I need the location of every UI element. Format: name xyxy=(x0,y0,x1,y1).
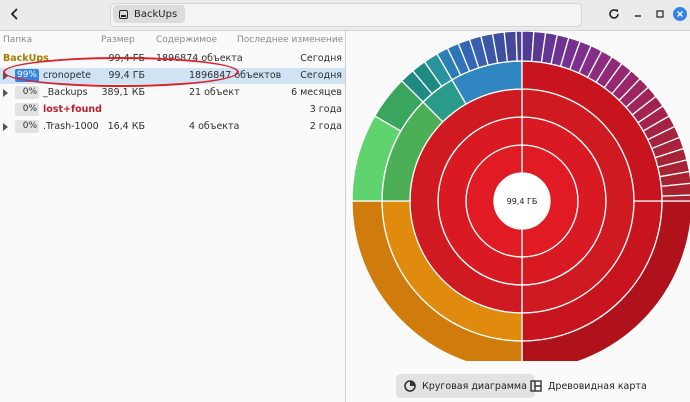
column-modified[interactable]: Последнее изменение xyxy=(237,35,343,45)
ring-chart-label: Круговая диаграмма xyxy=(422,380,527,392)
file-contents: 4 объекта xyxy=(189,121,240,132)
drive-icon xyxy=(119,9,128,19)
breadcrumb-backups[interactable]: BackUps xyxy=(113,5,186,23)
file-name: lost+found xyxy=(43,104,102,115)
root-modified: Сегодня xyxy=(300,53,342,64)
ring-segment[interactable] xyxy=(515,31,523,62)
file-contents: 21 объект xyxy=(189,87,240,98)
refresh-icon xyxy=(609,9,619,19)
file-modified: 3 года xyxy=(309,104,342,115)
chart-pane: 99,4 ГБ Круговая диаграмма Древовидная к… xyxy=(346,31,690,402)
usage-bar: 0% xyxy=(15,103,39,116)
ring-chart[interactable]: 99,4 ГБ xyxy=(346,31,690,361)
header-bar: BackUps xyxy=(0,0,690,31)
location-bar[interactable]: BackUps xyxy=(110,3,582,27)
file-row[interactable]: 0% lost+found 3 года xyxy=(0,102,345,118)
expander-icon[interactable] xyxy=(3,89,8,97)
file-size: 16,4 КБ xyxy=(107,121,145,132)
treemap-label: Древовидная карта xyxy=(548,380,647,392)
ring-center-label: 99,4 ГБ xyxy=(507,197,538,206)
treemap-button[interactable]: Древовидная карта xyxy=(522,374,655,398)
minimize-icon xyxy=(635,15,641,17)
file-list-pane: Папка Размер Содержимое Последнее измене… xyxy=(0,31,345,402)
refresh-button[interactable] xyxy=(606,6,622,22)
column-contents[interactable]: Содержимое xyxy=(156,35,217,45)
minimize-button[interactable] xyxy=(630,6,646,22)
ring-chart-button[interactable]: Круговая диаграмма xyxy=(396,374,535,398)
maximize-icon xyxy=(656,10,664,18)
chevron-left-icon xyxy=(10,8,18,20)
file-name: .Trash-1000 xyxy=(43,121,99,132)
column-folder[interactable]: Папка xyxy=(3,35,32,45)
breadcrumb-label: BackUps xyxy=(134,8,178,20)
close-button[interactable] xyxy=(672,6,688,22)
back-button[interactable] xyxy=(6,5,24,23)
pie-chart-icon xyxy=(404,380,416,392)
file-size: 389,1 КБ xyxy=(101,87,145,98)
expander-icon[interactable] xyxy=(3,123,8,131)
ring-segment[interactable] xyxy=(661,194,690,202)
usage-bar: 0% xyxy=(15,120,39,133)
maximize-button[interactable] xyxy=(652,6,668,22)
file-row[interactable]: 0% _Backups 389,1 КБ 21 объект 6 месяцев xyxy=(0,85,345,101)
file-modified: 2 года xyxy=(309,121,342,132)
treemap-icon xyxy=(530,380,542,392)
file-name: _Backups xyxy=(43,87,88,98)
file-row[interactable]: 0% .Trash-1000 16,4 КБ 4 объекта 2 года xyxy=(0,119,345,135)
file-modified: 6 месяцев xyxy=(291,87,342,98)
usage-bar: 0% xyxy=(15,86,39,99)
annotation-ellipse xyxy=(3,57,239,87)
column-size[interactable]: Размер xyxy=(101,35,135,45)
close-icon xyxy=(673,7,687,21)
file-modified: Сегодня xyxy=(300,70,342,81)
